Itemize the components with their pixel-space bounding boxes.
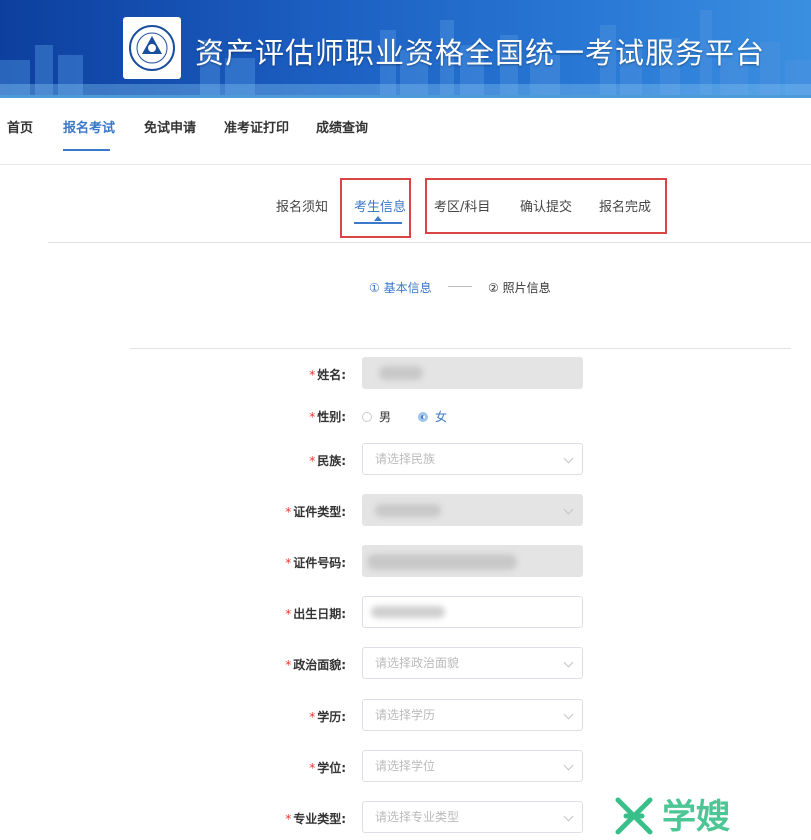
highlight-box-candidate-info <box>340 178 411 238</box>
substep-connector <box>448 286 472 287</box>
chevron-down-icon <box>563 811 574 822</box>
gender-radio-male[interactable]: 男 <box>362 408 391 425</box>
id-type-select[interactable] <box>362 494 583 526</box>
chevron-down-icon <box>563 504 574 515</box>
chevron-down-icon <box>563 760 574 771</box>
nav-home[interactable]: 首页 <box>7 117 33 136</box>
platform-title: 资产评估师职业资格全国统一考试服务平台 <box>195 36 766 70</box>
nav-exemption-application[interactable]: 免试申请 <box>144 117 196 136</box>
nav-score-query[interactable]: 成绩查询 <box>316 117 368 136</box>
education-select[interactable]: 请选择学历 <box>362 699 583 731</box>
degree-label: * 学位: <box>309 761 346 775</box>
id-number-label: * 证件号码: <box>285 556 346 570</box>
gender-label: * 性别: <box>309 410 346 424</box>
politics-label: * 政治面貌: <box>285 658 346 672</box>
major-type-select[interactable]: 请选择专业类型 <box>362 801 583 833</box>
svg-text:学嫂: 学嫂 <box>662 797 730 836</box>
radio-checked-icon <box>418 411 428 422</box>
chevron-down-icon <box>563 657 574 668</box>
nav-exam-registration[interactable]: 报名考试 <box>63 117 115 136</box>
main-nav: 首页 报名考试 免试申请 准考证打印 成绩查询 <box>0 98 811 165</box>
name-field[interactable] <box>362 357 583 389</box>
step-registration-notice[interactable]: 报名须知 <box>276 196 328 215</box>
header-banner: 资产评估师职业资格全国统一考试服务平台 <box>0 0 811 97</box>
chevron-down-icon <box>563 453 574 464</box>
redacted-value <box>375 504 441 517</box>
politics-select[interactable]: 请选择政治面貌 <box>362 647 583 679</box>
substep-photo-info[interactable]: ② 照片信息 <box>488 279 551 296</box>
id-number-field[interactable] <box>362 545 583 577</box>
nav-admission-ticket-print[interactable]: 准考证打印 <box>224 117 289 136</box>
ethnicity-select[interactable]: 请选择民族 <box>362 443 583 475</box>
redacted-value <box>379 366 423 380</box>
birthdate-picker[interactable] <box>362 596 583 628</box>
education-label: * 学历: <box>309 710 346 724</box>
redacted-value <box>367 554 517 570</box>
site-watermark: 学嫂 <box>612 790 772 837</box>
highlight-box-remaining-steps <box>425 178 667 234</box>
association-logo <box>123 17 181 79</box>
substep-basic-info[interactable]: ① 基本信息 <box>369 279 432 296</box>
birthdate-label: * 出生日期: <box>285 607 346 621</box>
redacted-value <box>371 606 445 618</box>
form-divider <box>130 348 791 349</box>
major-type-label: * 专业类型: <box>285 812 346 826</box>
degree-select[interactable]: 请选择学位 <box>362 750 583 782</box>
id-type-label: * 证件类型: <box>285 505 346 519</box>
ethnicity-label: * 民族: <box>309 454 346 468</box>
nav-active-underline <box>63 149 110 151</box>
gender-radio-female[interactable]: 女 <box>418 408 447 425</box>
radio-icon <box>362 411 372 422</box>
section-divider <box>48 242 811 243</box>
name-label: * 姓名: <box>309 368 346 382</box>
chevron-down-icon <box>563 709 574 720</box>
